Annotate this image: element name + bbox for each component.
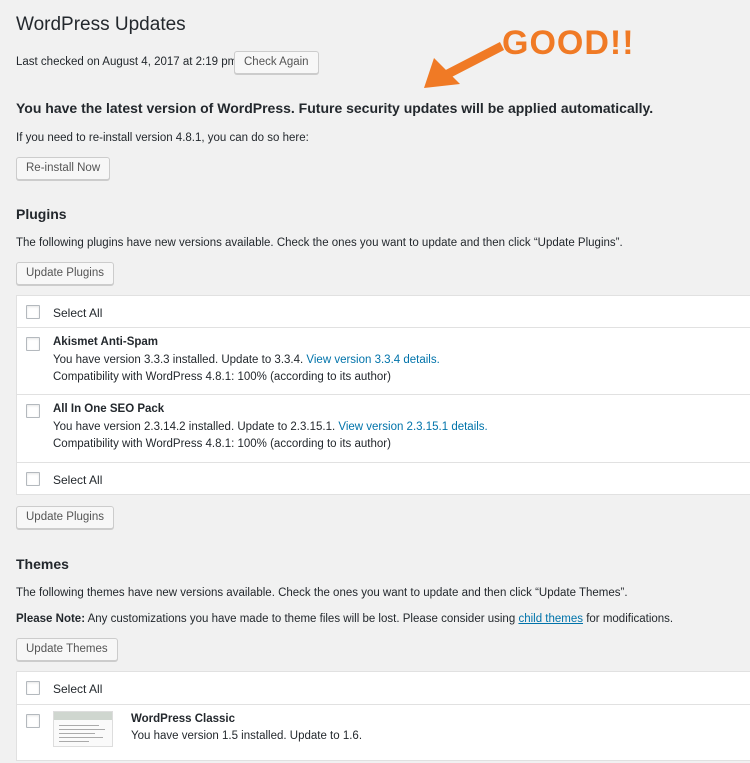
plugins-heading: Plugins [16,206,67,222]
select-all-label[interactable]: Select All [53,306,102,320]
last-checked-text: Last checked on August 4, 2017 at 2:19 p… [16,56,241,68]
themes-note-label: Please Note: [16,613,86,625]
plugin-compat-text: Compatibility with WordPress 4.8.1: 100%… [53,371,391,383]
themes-note-text: Any customizations you have made to them… [87,613,516,625]
theme-name: WordPress Classic [131,713,235,725]
plugin-name: All In One SEO Pack [53,403,165,415]
themes-intro: The following themes have new versions a… [16,587,628,599]
theme-version-text: You have version 1.5 installed. Update t… [131,730,363,742]
update-plugins-button-top[interactable]: Update Plugins [16,262,114,285]
plugin-version-text: You have version 2.3.14.2 installed. Upd… [53,421,336,433]
theme-checkbox[interactable] [26,714,40,728]
themes-note-end: for modifications. [586,613,674,625]
plugins-select-all-row: Select All [17,296,750,327]
plugins-select-all-row-bottom: Select All [17,462,750,495]
reinstall-text: If you need to re-install version 4.8.1,… [16,132,309,144]
select-all-checkbox[interactable] [26,305,40,319]
theme-screenshot [53,711,113,747]
select-all-label[interactable]: Select All [53,473,102,487]
plugin-row: All In One SEO Pack You have version 2.3… [17,394,750,463]
plugin-name: Akismet Anti-Spam [53,336,159,348]
plugins-table: Select All Akismet Anti-Spam You have ve… [16,295,750,495]
arrow-icon [424,42,505,88]
plugin-version-text: You have version 3.3.3 installed. Update… [53,354,304,366]
themes-select-all-row: Select All [17,672,750,704]
annotation-text: GOOD!! [502,24,635,62]
check-again-button[interactable]: Check Again [234,51,319,74]
themes-note: Please Note: Any customizations you have… [16,613,673,625]
reinstall-button[interactable]: Re-install Now [16,157,111,180]
plugin-row: Akismet Anti-Spam You have version 3.3.3… [17,327,750,395]
theme-row: WordPress Classic You have version 1.5 i… [17,704,750,763]
plugins-intro: The following plugins have new versions … [16,237,623,249]
select-all-checkbox[interactable] [26,472,40,486]
plugin-compat-text: Compatibility with WordPress 4.8.1: 100%… [53,438,391,450]
select-all-checkbox[interactable] [26,681,40,695]
core-status-headline: You have the latest version of WordPress… [16,100,654,116]
plugin-details-link[interactable]: View version 2.3.15.1 details. [338,421,487,433]
child-themes-link[interactable]: child themes [518,613,583,625]
update-plugins-button-bottom[interactable]: Update Plugins [16,506,114,529]
update-themes-button[interactable]: Update Themes [16,638,118,661]
themes-heading: Themes [16,556,69,572]
plugin-checkbox-aioseo[interactable] [26,404,40,418]
page-title: WordPress Updates [16,14,186,35]
select-all-label[interactable]: Select All [53,682,102,696]
plugin-checkbox-akismet[interactable] [26,337,40,351]
plugin-details-link[interactable]: View version 3.3.4 details. [306,354,439,366]
